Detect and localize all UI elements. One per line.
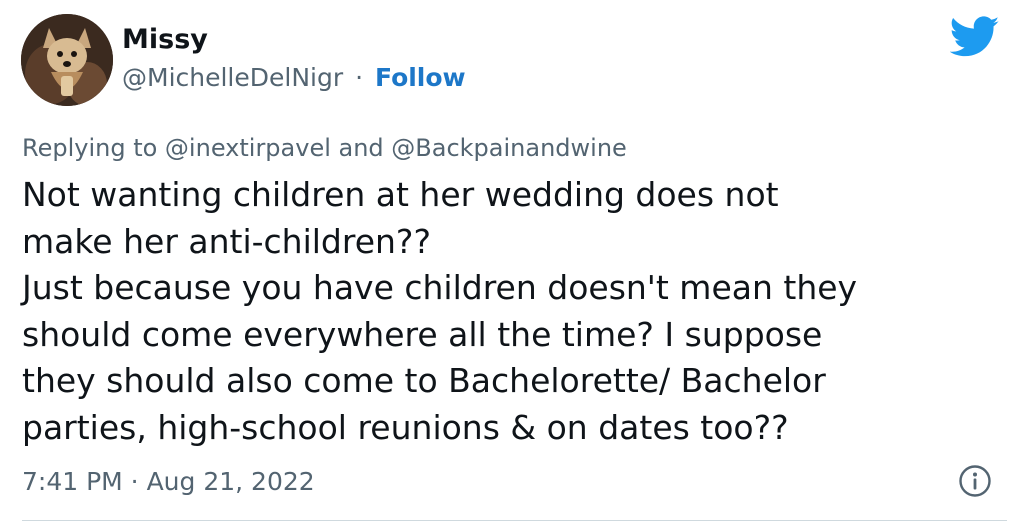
avatar-dog-photo-icon bbox=[21, 14, 113, 106]
reply-context: Replying to @inextirpavel and @Backpaina… bbox=[22, 134, 627, 162]
tweet-text-line: Not wanting children at her wedding does… bbox=[22, 175, 779, 214]
display-name[interactable]: Missy bbox=[122, 22, 208, 58]
user-handle[interactable]: @MichelleDelNigr bbox=[122, 63, 343, 92]
avatar[interactable] bbox=[21, 14, 113, 106]
tweet-text-line: make her anti-children?? bbox=[22, 221, 431, 261]
tweet-text-line: Just because you have children doesn't m… bbox=[22, 268, 858, 307]
tweet-text-line: should come everywhere all the time? I s… bbox=[22, 314, 823, 354]
tweet-timestamp[interactable]: 7:41 PM · Aug 21, 2022 bbox=[22, 462, 315, 502]
handle-row: @MichelleDelNigr · Follow bbox=[122, 60, 466, 96]
follow-button[interactable]: Follow bbox=[375, 63, 466, 92]
tweet-text-line: parties, high-school reunions & on dates… bbox=[22, 407, 789, 447]
divider bbox=[22, 520, 1007, 521]
tweet-text: Not wanting children at her wedding does… bbox=[22, 172, 1007, 451]
twitter-bird-icon[interactable] bbox=[950, 16, 1000, 58]
tweet-text-line: they should also come to Bachelorette/ B… bbox=[22, 361, 826, 400]
info-icon[interactable] bbox=[958, 464, 992, 498]
handle-separator: · bbox=[355, 63, 364, 92]
